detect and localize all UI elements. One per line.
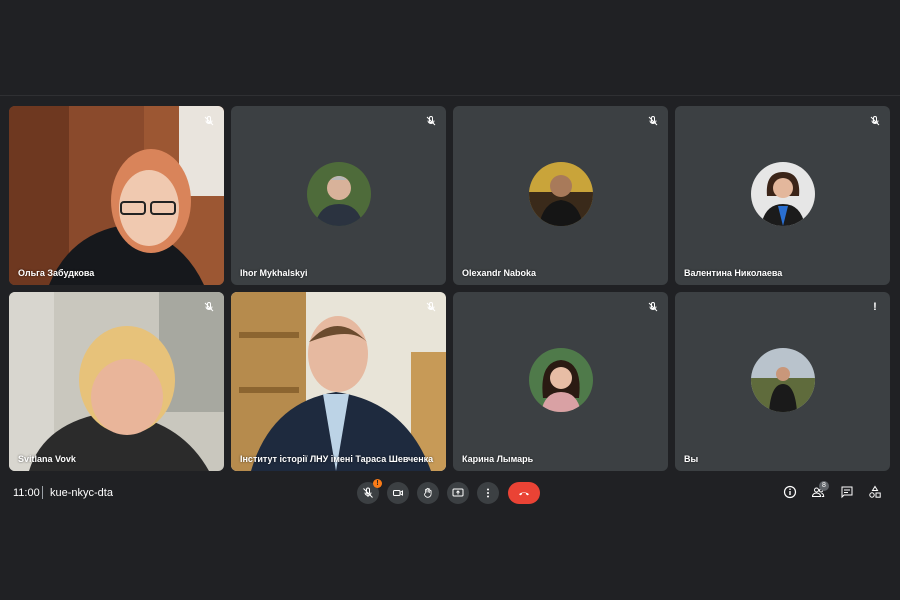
chat-button[interactable]	[838, 483, 856, 501]
participant-name: Валентина Николаева	[684, 268, 783, 278]
hang-up-icon	[519, 492, 529, 496]
mic-alert-badge: !	[373, 479, 382, 488]
activities-icon	[869, 485, 881, 498]
activities-button[interactable]	[866, 483, 884, 501]
participant-tile[interactable]: Olexandr Naboka	[453, 106, 668, 285]
status-text: !	[873, 301, 877, 313]
more-vert-icon	[487, 488, 489, 498]
chat-icon	[841, 486, 853, 499]
raise-hand-button[interactable]	[417, 482, 439, 504]
people-count-badge: 8	[819, 481, 829, 491]
mic-off-icon	[868, 114, 882, 128]
present-button[interactable]	[447, 482, 469, 504]
raise-hand-icon	[424, 487, 432, 498]
mic-off-icon	[424, 300, 438, 314]
mic-off-icon	[424, 114, 438, 128]
leave-call-button[interactable]	[508, 482, 540, 504]
participant-tile[interactable]: Валентина Николаева	[675, 106, 890, 285]
participant-video	[9, 292, 224, 471]
participant-tile[interactable]: Карина Лымарь	[453, 292, 668, 471]
meeting-grid: Ольга Забудкова Ihor Mykhalskyi Olexandr…	[0, 95, 900, 507]
avatar	[306, 161, 371, 226]
participant-name: Вы	[684, 454, 699, 464]
info-icon	[783, 485, 797, 499]
mic-off-icon	[202, 300, 216, 314]
avatar	[528, 161, 593, 226]
participant-tile[interactable]: Svitlana Vovk	[9, 292, 224, 471]
meeting-code[interactable]: kue-nkyc-dta	[50, 487, 113, 499]
participant-name: Ольга Забудкова	[18, 268, 95, 278]
participant-video	[231, 292, 446, 471]
participant-name: Інститут історії ЛНУ імені Тараса Шевчен…	[240, 454, 434, 464]
present-screen-icon	[452, 488, 464, 497]
mic-off-icon	[646, 114, 660, 128]
meeting-details-button[interactable]	[781, 483, 799, 501]
mic-off-icon	[646, 300, 660, 314]
camera-icon	[393, 490, 403, 496]
mic-off-icon	[363, 487, 373, 498]
avatar	[750, 161, 815, 226]
camera-toggle-button[interactable]	[387, 482, 409, 504]
meeting-time: 11:00	[13, 487, 40, 499]
participant-tile[interactable]: ! Вы	[675, 292, 890, 471]
participant-tile[interactable]: Ihor Mykhalskyi	[231, 106, 446, 285]
avatar	[750, 347, 815, 412]
meeting-toolbar: 11:00 kue-nkyc-dta ! 8	[0, 478, 900, 508]
more-options-button[interactable]	[477, 482, 499, 504]
participant-video	[9, 106, 224, 285]
participant-tile[interactable]: Інститут історії ЛНУ імені Тараса Шевчен…	[231, 292, 446, 471]
participant-tile[interactable]: Ольга Забудкова	[9, 106, 224, 285]
status-alert-icon: !	[868, 300, 882, 314]
participant-name: Svitlana Vovk	[18, 454, 76, 464]
avatar	[528, 347, 593, 412]
people-button[interactable]: 8	[809, 481, 829, 501]
participant-name: Olexandr Naboka	[462, 268, 537, 278]
divider	[42, 486, 43, 499]
participant-name: Карина Лымарь	[462, 454, 534, 464]
mic-toggle-button[interactable]: !	[357, 479, 382, 504]
mic-off-icon	[202, 114, 216, 128]
participant-name: Ihor Mykhalskyi	[240, 268, 308, 278]
